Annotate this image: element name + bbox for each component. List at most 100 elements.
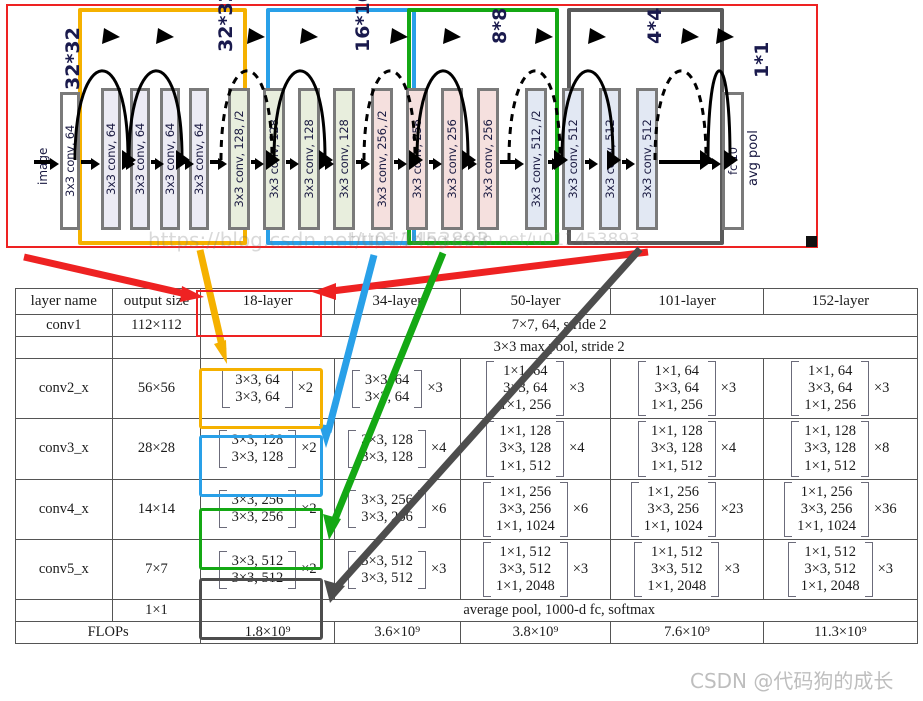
resnet-architecture-diagram: image 32*32 32*32 16*16 8*8 4*4 1*1 avg …: [0, 0, 923, 262]
residual-block-matrix: 3×3, 64 3×3, 64: [351, 369, 423, 408]
table-row-final-pool: 1×1 average pool, 1000-d fc, softmax: [15, 599, 918, 623]
matrix-line: 3×3, 512: [231, 569, 284, 586]
row-size-conv2_x: 56×56: [111, 357, 202, 420]
watermark-url-2: https://blog.csdn.net/u011453893: [350, 230, 640, 250]
matrix-line: 1×1, 512: [804, 457, 856, 474]
block-repeat-count: ×3: [569, 380, 585, 397]
block-repeat-count: ×3: [572, 561, 589, 578]
block-repeat-count: ×3: [724, 561, 740, 578]
residual-block-matrix: 1×1, 256 3×3, 256 1×1, 1024: [784, 481, 869, 538]
matrix-line: 1×1, 1024: [797, 517, 856, 534]
row-size-conv4_x: 14×14: [111, 478, 202, 540]
config-cell: 1×1, 128 3×3, 128 1×1, 512 ×8: [762, 418, 919, 480]
conv1-spec: 7×7, 64, stride 2: [200, 314, 918, 337]
block-repeat-count: ×2: [301, 500, 317, 517]
residual-block-matrix: 1×1, 512 3×3, 512 1×1, 2048: [787, 541, 873, 598]
flops-50: 3.8×10⁹: [459, 621, 612, 645]
flow-arrow: [393, 158, 407, 170]
config-cell: 1×1, 512 3×3, 512 1×1, 2048 ×3: [459, 538, 612, 601]
residual-block-matrix: 1×1, 512 3×3, 512 1×1, 2048: [482, 541, 568, 598]
diagram-corner-marker: [806, 236, 817, 247]
config-cell: 3×3, 64 3×3, 64 ×2: [200, 357, 335, 420]
matrix-line: 1×1, 64: [654, 363, 700, 379]
matrix-line: 1×1, 2048: [647, 578, 707, 595]
config-cell: 1×1, 256 3×3, 256 1×1, 1024 ×36: [762, 478, 919, 540]
maxpool-spec: 3×3 max pool, stride 2: [200, 336, 918, 359]
config-cell: 3×3, 512 3×3, 512 ×3: [333, 538, 461, 601]
matrix-line: 3×3, 64: [364, 371, 410, 388]
flow-arrow: [548, 158, 562, 170]
matrix-line: 3×3, 64: [654, 380, 700, 397]
matrix-line: 1×1, 256: [800, 483, 853, 500]
skip-connection-curves: [73, 28, 738, 170]
table-row-conv1: conv1 112×112 7×7, 64, stride 2: [15, 314, 918, 337]
config-cell: 3×3, 128 3×3, 128 ×4: [333, 418, 461, 480]
row-label-conv5_x: conv5_x: [15, 538, 113, 601]
row-label-maxpool-empty: [15, 336, 113, 359]
matrix-line: 1×1, 256: [647, 483, 700, 500]
matrix-line: 3×3, 256: [361, 509, 413, 526]
row-size-final: 1×1: [111, 599, 202, 623]
resnet-configurations-table: layer name output size 18-layer 34-layer…: [14, 288, 919, 645]
row-size-maxpool-empty: [111, 336, 202, 359]
residual-block-matrix: 1×1, 64 3×3, 64 1×1, 256: [486, 361, 564, 417]
flow-arrow: [180, 158, 194, 170]
flow-arrow: [81, 158, 101, 170]
config-cell: 1×1, 128 3×3, 128 1×1, 512 ×4: [459, 418, 612, 480]
matrix-line: 1×1, 2048: [495, 578, 555, 595]
block-repeat-count: ×3: [877, 561, 894, 578]
flow-arrow: [250, 158, 264, 170]
flow-arrow: [658, 158, 721, 170]
matrix-line: 3×3, 128: [804, 440, 856, 457]
flops-18: 1.8×10⁹: [200, 621, 335, 645]
config-cell: 3×3, 512 3×3, 512 ×2: [200, 538, 335, 601]
matrix-line: 3×3, 64: [364, 388, 410, 405]
final-spec: average pool, 1000-d fc, softmax: [200, 599, 918, 623]
matrix-line: 3×3, 512: [499, 561, 552, 578]
matrix-line: 3×3, 256: [361, 492, 413, 509]
residual-block-matrix: 1×1, 64 3×3, 64 1×1, 256: [637, 361, 716, 417]
config-cell: 1×1, 128 3×3, 128 1×1, 512 ×4: [610, 418, 764, 480]
residual-block-matrix: 1×1, 256 3×3, 256 1×1, 1024: [630, 481, 716, 538]
matrix-line: 1×1, 512: [804, 543, 856, 560]
config-cell: 3×3, 256 3×3, 256 ×2: [200, 478, 335, 540]
config-cell: 1×1, 64 3×3, 64 1×1, 256 ×3: [762, 357, 919, 420]
col-header-152-layer: 152-layer: [762, 288, 919, 315]
block-repeat-count: ×4: [430, 440, 447, 457]
residual-block-matrix: 3×3, 512 3×3, 512: [348, 550, 426, 589]
matrix-line: 3×3, 64: [235, 371, 280, 388]
residual-block-matrix: 3×3, 512 3×3, 512: [218, 550, 297, 589]
row-label-final-empty: [15, 599, 113, 623]
matrix-line: 3×3, 512: [650, 561, 703, 578]
flow-arrow: [151, 158, 165, 170]
flow-arrow: [429, 158, 443, 170]
table-row-maxpool: 3×3 max pool, stride 2: [15, 336, 918, 359]
block-repeat-count: ×3: [874, 380, 890, 397]
row-size-conv5_x: 7×7: [111, 538, 202, 601]
flow-arrow: [463, 158, 477, 170]
matrix-line: 3×3, 512: [231, 552, 284, 569]
flow-arrow: [209, 158, 227, 170]
flow-arrow: [621, 158, 635, 170]
matrix-line: 3×3, 128: [361, 431, 413, 448]
matrix-line: 1×1, 256: [499, 483, 552, 500]
matrix-line: 3×3, 64: [503, 380, 548, 397]
table-row-conv3_x: conv3_x 28×28 3×3, 128 3×3, 128 ×2 3×3, 128 3×…: [15, 418, 919, 480]
config-cell: 1×1, 64 3×3, 64 1×1, 256 ×3: [610, 357, 764, 420]
matrix-line: 1×1, 128: [804, 423, 856, 440]
row-size-conv3_x: 28×28: [111, 418, 202, 480]
row-label-conv1: conv1: [15, 314, 113, 337]
flow-arrow: [585, 158, 599, 170]
residual-block-matrix: 1×1, 128 3×3, 128 1×1, 512: [637, 421, 716, 477]
flops-152: 11.3×10⁹: [762, 621, 919, 645]
row-label-flops: FLOPs: [14, 621, 202, 645]
col-header-layer-name: layer name: [15, 288, 113, 315]
config-cell: 1×1, 512 3×3, 512 1×1, 2048 ×3: [762, 538, 919, 601]
flops-34: 3.6×10⁹: [333, 621, 461, 645]
matrix-line: 1×1, 512: [499, 543, 552, 560]
block-repeat-count: ×36: [874, 500, 897, 517]
row-size-conv1: 112×112: [111, 314, 202, 337]
residual-block-matrix: 1×1, 128 3×3, 128 1×1, 512: [791, 421, 869, 477]
matrix-line: 3×3, 128: [361, 448, 413, 465]
table-row-flops: FLOPs 1.8×10⁹ 3.6×10⁹ 3.8×10⁹ 7.6×10⁹ 11…: [14, 621, 919, 645]
